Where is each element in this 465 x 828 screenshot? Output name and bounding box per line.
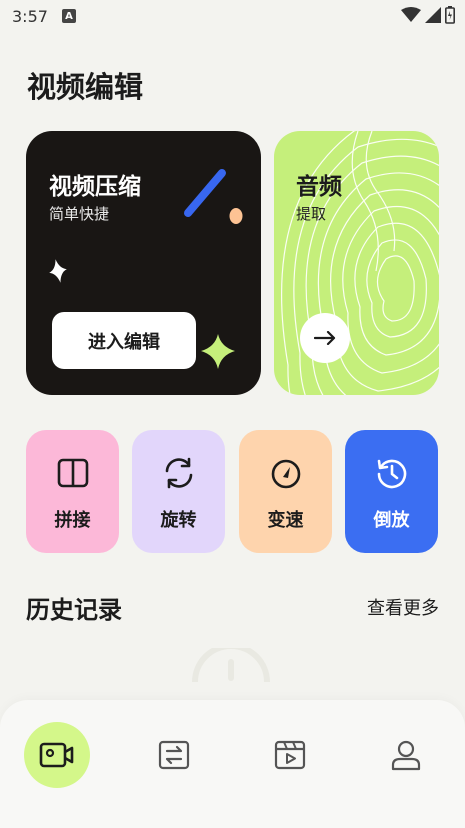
audio-subtitle: 提取: [296, 205, 327, 223]
convert-icon: [158, 740, 190, 770]
splice-button[interactable]: 拼接: [26, 430, 119, 553]
audio-go-button[interactable]: [300, 313, 350, 363]
status-icons: [401, 6, 455, 24]
video-compress-card[interactable]: 视频压缩 简单快捷 进入编辑: [26, 131, 261, 395]
reverse-label: 倒放: [373, 510, 410, 531]
nav-profile[interactable]: [373, 722, 439, 788]
nav-video-edit[interactable]: [24, 722, 90, 788]
enter-edit-button[interactable]: 进入编辑: [52, 312, 196, 369]
battery-icon: [445, 6, 455, 24]
arrow-right-icon: [314, 331, 336, 345]
signal-icon: [425, 7, 441, 23]
nav-video-player[interactable]: [257, 722, 323, 788]
rotate-label: 旋转: [160, 510, 197, 531]
view-more-link[interactable]: 查看更多: [367, 594, 439, 620]
notification-badge: A: [61, 9, 76, 23]
speedometer-icon: [271, 459, 300, 489]
bottom-navigation: [0, 700, 465, 828]
user-icon: [391, 740, 421, 771]
video-compress-subtitle: 简单快捷: [49, 205, 110, 223]
split-panel-icon: [57, 458, 88, 488]
history-title: 历史记录: [26, 596, 122, 624]
history-clock-icon: [377, 459, 406, 489]
video-camera-icon: [39, 742, 74, 768]
splice-label: 拼接: [54, 510, 91, 531]
wifi-icon: [401, 7, 421, 22]
audio-extract-card[interactable]: 音频 提取: [274, 131, 439, 395]
reverse-button[interactable]: 倒放: [345, 430, 438, 553]
video-player-icon: [274, 740, 306, 770]
nav-convert[interactable]: [141, 722, 207, 788]
empty-state-icon: [192, 648, 270, 683]
audio-title: 音频: [296, 174, 342, 200]
page-title: 视频编辑: [27, 70, 144, 104]
speed-label: 变速: [267, 510, 304, 531]
status-time: 3:57: [12, 6, 48, 26]
status-bar: 3:57 A: [0, 0, 465, 32]
video-compress-title: 视频压缩: [49, 174, 141, 200]
rotate-button[interactable]: 旋转: [132, 430, 225, 553]
speed-button[interactable]: 变速: [239, 430, 332, 553]
rotate-icon: [165, 457, 192, 489]
